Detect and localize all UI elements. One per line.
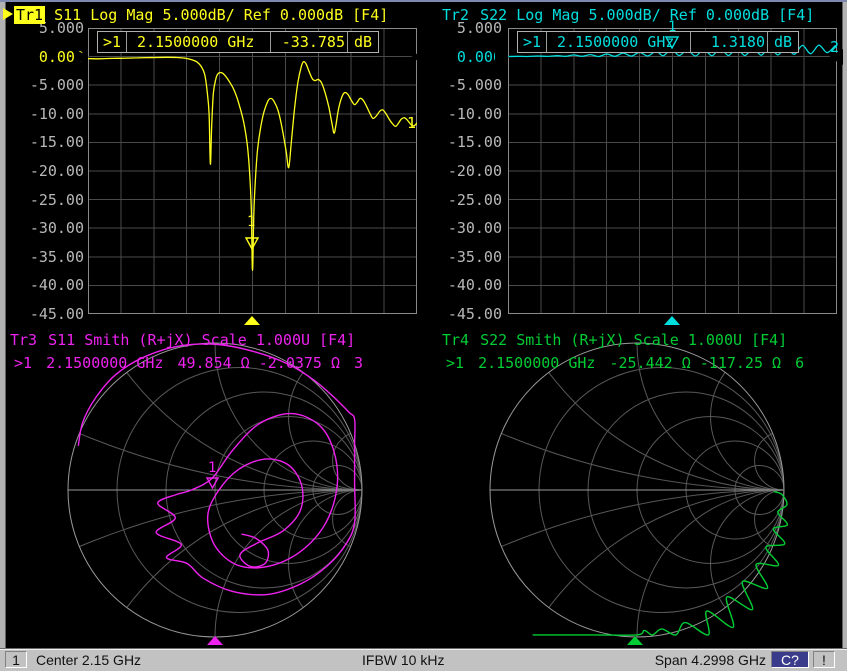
marker1-number-label: 1	[668, 19, 676, 35]
trace2-title-text: S22 Log Mag 5.000dB/ Ref 0.000dB [F4]	[480, 6, 814, 24]
span-text[interactable]: Span 4.2998 GHz	[620, 652, 766, 668]
y-tick-label: -30.00	[424, 220, 502, 236]
y-tick-label: -40.00	[424, 277, 502, 293]
marker-frequency: 2.1500000 GHz	[46, 354, 163, 372]
y-tick-label: -25.00	[6, 192, 84, 208]
active-trace-arrow-icon	[3, 8, 13, 20]
ifbw-text[interactable]: IFBW 10 kHz	[362, 652, 444, 668]
stimulus-marker-icon[interactable]	[664, 316, 680, 325]
trace1-badge[interactable]: Tr1	[14, 6, 45, 24]
s11-logmag-graph	[88, 28, 417, 314]
marker-frequency: 2.1500000 GHz	[478, 354, 595, 372]
trace3-badge[interactable]: Tr3	[8, 331, 39, 349]
y-tick-label: -35.00	[424, 249, 502, 265]
window-top-border	[0, 0, 847, 2]
y-tick-label: -30.00	[6, 220, 84, 236]
marker-select: >1	[446, 354, 464, 372]
marker-select: >1	[518, 32, 547, 52]
y-tick-label: -5.000	[424, 77, 502, 93]
trace4-title[interactable]: Tr4 S22 Smith (R+jX) Scale 1.000U [F4]	[440, 331, 787, 349]
marker1-number-label: 1	[247, 214, 255, 230]
s11-smith-chart	[60, 340, 376, 646]
window-right-frame	[842, 2, 847, 648]
marker-frequency: 2.1500000 GHz	[127, 32, 270, 52]
y-tick-label: -35.00	[6, 249, 84, 265]
ref-level-arrow-right-icon[interactable]	[411, 49, 425, 65]
y-tick-label: -40.00	[6, 277, 84, 293]
ref-level-arrow-left-icon[interactable]	[75, 49, 89, 65]
marker-value-extra: 6	[795, 354, 804, 372]
marker-select: >1	[98, 32, 127, 52]
y-tick-label: -10.00	[6, 106, 84, 122]
y-tick-label: -20.00	[424, 163, 502, 179]
stimulus-marker-icon[interactable]	[207, 636, 223, 645]
y-tick-label: -20.00	[6, 163, 84, 179]
marker-value: -33.785	[270, 32, 347, 52]
marker-value: 49.854 Ω -2.0375 Ω	[177, 354, 340, 372]
stimulus-marker-icon[interactable]	[627, 636, 643, 645]
y-ref-label: 0.000	[424, 49, 502, 65]
s22-logmag-graph	[508, 28, 837, 314]
marker-readout-tr1: >1 2.1500000 GHz -33.785 dB	[97, 31, 379, 53]
status-bar: 1 Center 2.15 GHz IFBW 10 kHz Span 4.299…	[0, 648, 847, 671]
channel-number-box[interactable]: 1	[5, 651, 27, 668]
vna-screen: Tr1 S11 Log Mag 5.000dB/ Ref 0.000dB [F4…	[0, 0, 847, 671]
marker-value-extra: 3	[354, 354, 363, 372]
trace4-badge[interactable]: Tr4	[440, 331, 471, 349]
y-tick-label: -5.000	[6, 77, 84, 93]
marker-unit: dB	[767, 32, 798, 52]
alert-box[interactable]: !	[813, 651, 835, 668]
trace1-curve-number: 1	[407, 114, 416, 132]
trace1-title[interactable]: Tr1 S11 Log Mag 5.000dB/ Ref 0.000dB [F4…	[14, 6, 388, 24]
center-frequency-text[interactable]: Center 2.15 GHz	[36, 652, 141, 668]
y-tick-label: -45.00	[424, 306, 502, 322]
trace2-badge[interactable]: Tr2	[440, 6, 471, 24]
window-left-frame	[0, 2, 6, 648]
marker1-number-label: 1	[208, 460, 216, 476]
y-tick-label: -15.00	[6, 134, 84, 150]
trace1-title-text: S11 Log Mag 5.000dB/ Ref 0.000dB [F4]	[54, 6, 388, 24]
trace3-title[interactable]: Tr3 S11 Smith (R+jX) Scale 1.000U [F4]	[8, 331, 355, 349]
s22-smith-chart	[482, 340, 812, 646]
y-ref-label: 0.000	[6, 49, 84, 65]
marker-value: 1.3180	[690, 32, 767, 52]
trace2-title[interactable]: Tr2 S22 Log Mag 5.000dB/ Ref 0.000dB [F4…	[440, 6, 814, 24]
y-tick-label: -25.00	[424, 192, 502, 208]
trace3-title-text: S11 Smith (R+jX) Scale 1.000U [F4]	[48, 331, 355, 349]
marker-unit: dB	[347, 32, 378, 52]
ref-level-arrow-left-icon[interactable]	[495, 49, 509, 65]
correction-status-box[interactable]: C?	[771, 651, 809, 668]
marker-readout-tr2: >1 2.1500000 GHz 1.3180 dB	[517, 31, 799, 53]
y-tick-label: -10.00	[424, 106, 502, 122]
marker-select: >1	[14, 354, 32, 372]
marker-readout-tr3: >1 2.1500000 GHz 49.854 Ω -2.0375 Ω 3	[14, 354, 426, 372]
y-tick-label: -45.00	[6, 306, 84, 322]
stimulus-marker-icon[interactable]	[244, 316, 260, 325]
marker1-triangle-icon[interactable]	[206, 477, 219, 489]
marker-readout-tr4: >1 2.1500000 GHz -25.442 Ω -117.25 Ω 6	[446, 354, 842, 372]
y-tick-label: -15.00	[424, 134, 502, 150]
trace2-curve-number: 2	[830, 38, 839, 56]
marker1-triangle-icon[interactable]	[245, 237, 259, 250]
marker1-triangle-icon[interactable]	[665, 36, 679, 49]
marker-value: -25.442 Ω -117.25 Ω	[609, 354, 781, 372]
trace4-title-text: S22 Smith (R+jX) Scale 1.000U [F4]	[480, 331, 787, 349]
